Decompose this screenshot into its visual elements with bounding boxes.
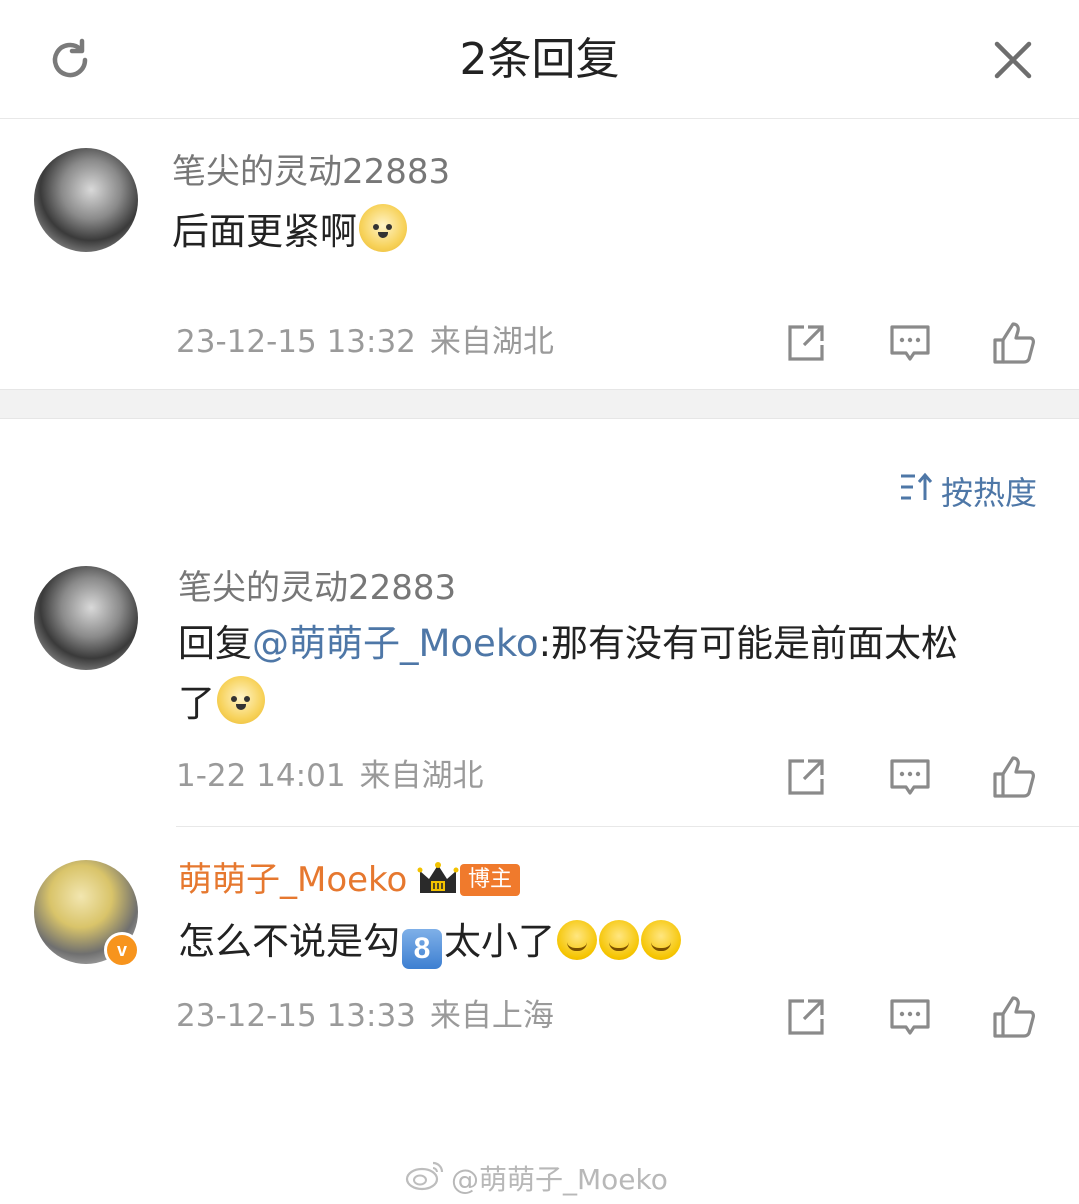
smirk-emoji-icon — [599, 920, 639, 960]
share-icon[interactable] — [782, 993, 830, 1041]
sort-icon — [899, 472, 933, 510]
smirk-emoji-icon — [557, 920, 597, 960]
share-icon[interactable] — [782, 319, 830, 367]
reply-text-line1: 回复@萌萌子_Moeko:那有没有可能是前面太松 — [178, 614, 1038, 674]
section-divider — [0, 389, 1079, 419]
sort-label: 按热度 — [940, 474, 1037, 512]
mention-link[interactable]: @萌萌子_Moeko — [252, 622, 539, 665]
reply-text-body: :那有没有可能是前面太松 — [538, 622, 959, 665]
comment-text: 后面更紧啊 — [172, 202, 1032, 262]
avatar[interactable] — [34, 148, 138, 252]
avatar[interactable] — [34, 566, 138, 670]
page-title: 2条回复 — [459, 34, 620, 85]
reply-meta: 23-12-15 13:33 来自上海 — [176, 996, 554, 1036]
weibo-logo-icon — [405, 1159, 445, 1198]
verified-badge-icon: v — [104, 932, 140, 968]
sheet-header: 2条回复 — [0, 0, 1079, 119]
timestamp: 1-22 14:01 — [176, 758, 346, 794]
reply-text-body: 怎么不说是勾 — [178, 920, 400, 963]
reply-text-body: 太小了 — [444, 920, 555, 963]
location: 来自湖北 — [429, 324, 554, 360]
smirk-emoji-icon — [641, 920, 681, 960]
like-icon[interactable] — [990, 319, 1038, 367]
share-icon[interactable] — [782, 753, 830, 801]
close-icon[interactable] — [987, 34, 1039, 86]
doge-emoji-icon — [359, 204, 407, 252]
reply-meta: 1-22 14:01 来自湖北 — [176, 756, 484, 796]
blogger-badge: 博主 — [460, 864, 521, 896]
like-icon[interactable] — [990, 993, 1038, 1041]
keycap-eight-emoji: 8 — [402, 929, 442, 969]
comment-meta: 23-12-15 13:32 来自湖北 — [176, 322, 554, 362]
username[interactable]: 笔尖的灵动22883 — [172, 150, 450, 194]
username[interactable]: 笔尖的灵动22883 — [178, 566, 456, 610]
crown-badge-icon — [416, 857, 460, 901]
comment-icon[interactable] — [886, 753, 934, 801]
location: 来自湖北 — [359, 758, 484, 794]
timestamp: 23-12-15 13:32 — [176, 324, 416, 360]
reply-divider — [176, 826, 1079, 827]
username[interactable]: 萌萌子_Moeko — [178, 858, 407, 902]
comment-icon[interactable] — [886, 993, 934, 1041]
sort-toggle[interactable]: 按热度 — [899, 468, 1037, 514]
watermark-text: @萌萌子_Moeko — [451, 1163, 668, 1196]
reply-text-line2: 了 — [178, 674, 1038, 734]
doge-emoji-icon — [217, 676, 265, 724]
comment-icon[interactable] — [886, 319, 934, 367]
location: 来自上海 — [429, 998, 554, 1034]
reply-text: 怎么不说是勾 8 太小了 — [178, 912, 1038, 972]
comment-text-body: 后面更紧啊 — [172, 210, 357, 253]
like-icon[interactable] — [990, 753, 1038, 801]
watermark: @萌萌子_Moeko — [405, 1158, 668, 1198]
timestamp: 23-12-15 13:33 — [176, 998, 416, 1034]
reply-prefix: 回复 — [178, 622, 252, 665]
reply-text-body: 了 — [178, 682, 215, 725]
reply-text: 回复@萌萌子_Moeko:那有没有可能是前面太松 了 — [178, 614, 1038, 734]
